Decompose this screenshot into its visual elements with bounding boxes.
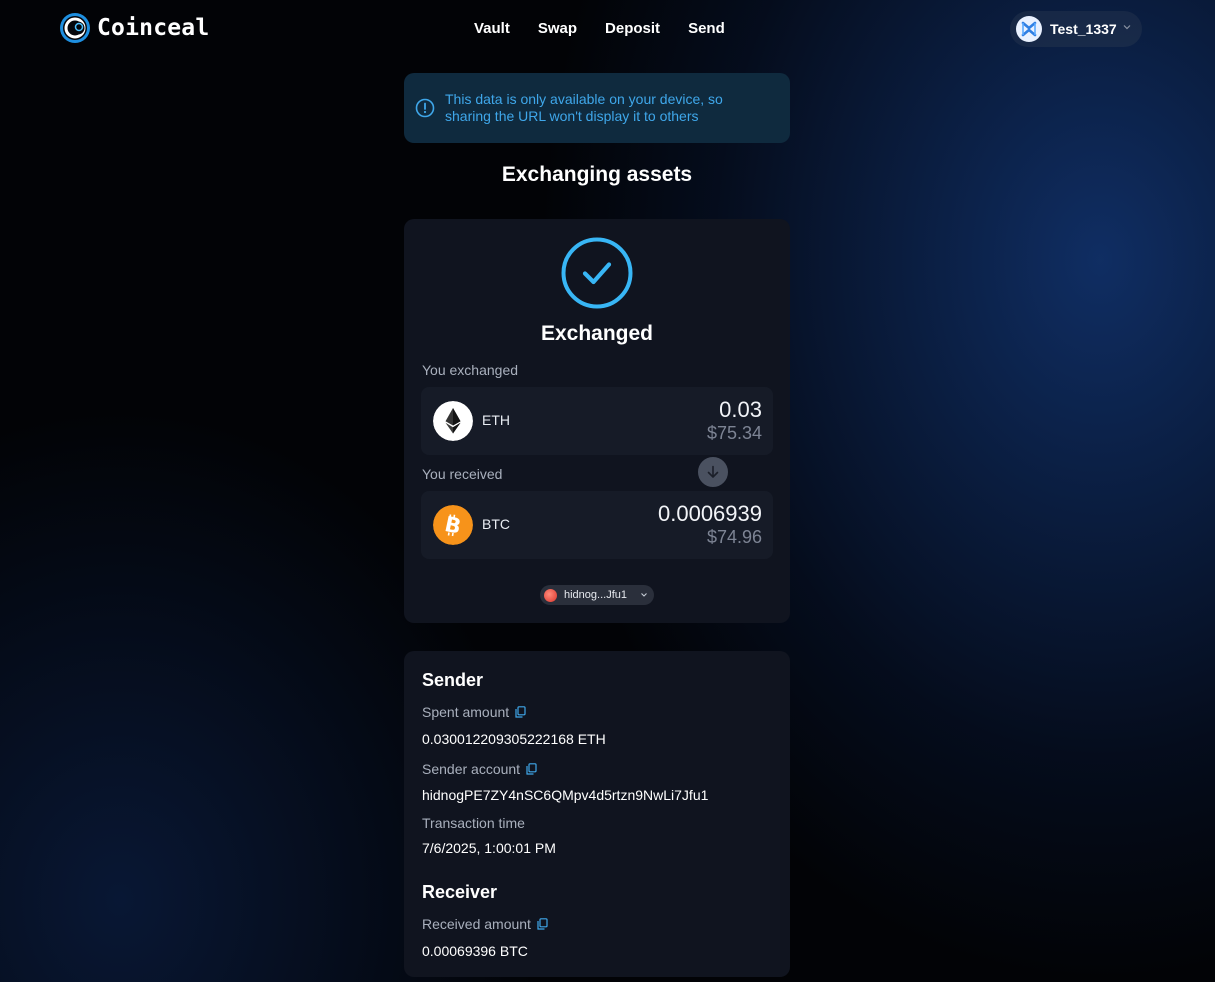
username: Test_1337	[1050, 21, 1117, 37]
to-amount: 0.0006939	[658, 501, 762, 526]
transaction-details-card: Sender Spent amount 0.030012209305222168…	[404, 651, 790, 977]
received-amount-label-text: Received amount	[422, 916, 531, 932]
from-usd-value: $75.34	[706, 423, 762, 443]
user-avatar-icon	[1021, 21, 1037, 37]
copy-icon[interactable]	[526, 763, 537, 775]
info-banner: This data is only available on your devi…	[404, 73, 790, 143]
spent-amount-label-text: Spent amount	[422, 704, 510, 720]
page-title: Exchanging assets	[501, 163, 693, 186]
nav-swap[interactable]: Swap	[538, 20, 577, 37]
copy-icon[interactable]	[515, 706, 526, 718]
copy-icon[interactable]	[537, 918, 548, 930]
banner-text: This data is only available on your devi…	[445, 91, 723, 124]
bitcoin-icon: B	[433, 505, 473, 545]
received-amount-label: Received amount	[422, 916, 548, 932]
arrow-down-icon	[707, 465, 719, 478]
transaction-time-label: Transaction time	[422, 815, 525, 831]
sender-account-value: hidnogPE7ZY4nSC6QMpv4d5rtzn9NwLi7Jfu1	[422, 787, 709, 803]
user-menu-button[interactable]: Test_1337	[1010, 11, 1142, 47]
sender-account-label: Sender account	[422, 761, 537, 777]
transaction-time-label-text: Transaction time	[422, 815, 525, 831]
from-asset-row: ETH 0.03 $75.34	[421, 387, 773, 455]
chevron-down-icon	[1123, 25, 1131, 30]
account-selector[interactable]: hidnog...Jfu1	[540, 585, 654, 605]
logo-text: Coinceal	[97, 15, 210, 41]
from-symbol: ETH	[482, 412, 510, 428]
top-navbar: Coinceal Vault Swap Deposit Send Test_13…	[0, 0, 1215, 58]
account-avatar	[544, 588, 557, 602]
chevron-down-icon	[641, 593, 647, 597]
logo[interactable]: Coinceal	[59, 12, 209, 44]
to-symbol: BTC	[482, 516, 510, 532]
exchange-status: Exchanged	[540, 322, 654, 345]
swap-direction-button[interactable]	[696, 455, 730, 489]
transaction-time-value: 7/6/2025, 1:00:01 PM	[422, 840, 556, 856]
you-exchanged-label: You exchanged	[422, 362, 519, 378]
avatar	[1016, 16, 1042, 42]
nav-vault[interactable]: Vault	[474, 20, 510, 37]
sender-account-label-text: Sender account	[422, 761, 521, 777]
nav-send[interactable]: Send	[688, 20, 725, 37]
receiver-section-title: Receiver	[422, 882, 498, 902]
from-amount: 0.03	[719, 397, 762, 422]
received-amount-value: 0.00069396 BTC	[422, 943, 528, 959]
info-icon	[415, 98, 435, 118]
ethereum-icon	[433, 401, 473, 441]
spent-amount-value: 0.030012209305222168 ETH	[422, 731, 606, 747]
nav-deposit[interactable]: Deposit	[605, 20, 660, 37]
check-circle-icon	[561, 237, 633, 309]
account-short-address: hidnog...Jfu1	[564, 589, 627, 601]
to-asset-row: B BTC 0.0006939 $74.96	[421, 491, 773, 559]
coinceal-logo-icon	[60, 13, 90, 43]
sender-section-title: Sender	[422, 670, 484, 690]
to-usd-value: $74.96	[706, 527, 762, 547]
you-received-label: You received	[422, 466, 503, 482]
spent-amount-label: Spent amount	[422, 704, 526, 720]
main-nav: Vault Swap Deposit Send	[474, 20, 725, 37]
exchange-card: Exchanged You exchanged ETH 0.03 $75.34 …	[404, 219, 790, 623]
